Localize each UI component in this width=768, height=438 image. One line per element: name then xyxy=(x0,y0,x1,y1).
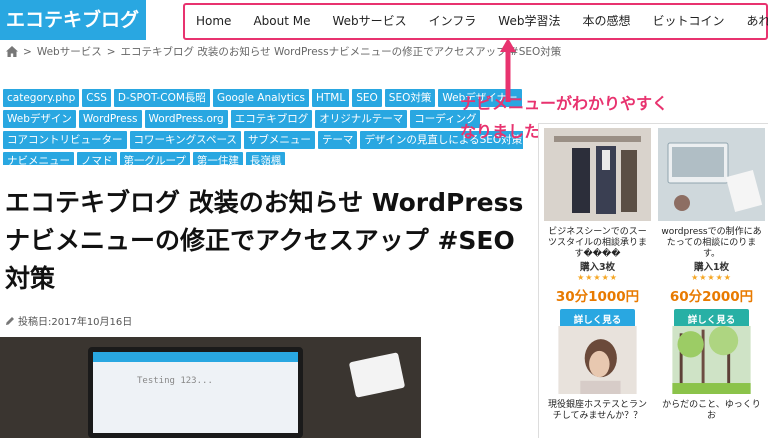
site-logo[interactable]: エコテキブログ xyxy=(0,0,146,40)
breadcrumb-category[interactable]: Webサービス xyxy=(37,44,102,59)
nav-misc[interactable]: あれこれ xyxy=(735,12,768,29)
ad-purchase-count: 購入3枚 xyxy=(579,262,616,273)
tag-d-spot-com[interactable]: D-SPOT-COM長昭 xyxy=(113,89,210,107)
tag-original-theme[interactable]: オリジナルテーマ xyxy=(315,110,408,128)
hero-image: Testing 123... xyxy=(0,337,421,438)
post-date-label: 投稿日:2017年10月16日 xyxy=(18,317,133,328)
ad-caption: ビジネスシーンでのスーツスタイルの相談承ります���� xyxy=(547,227,647,259)
callout-line-1: ナビメニューがわかりやすく xyxy=(460,94,669,113)
ad-image-trees xyxy=(672,326,751,394)
breadcrumb-separator: > xyxy=(106,45,116,58)
ad-price: 60分2000円 xyxy=(669,289,754,305)
pencil-icon xyxy=(6,316,14,325)
ad-caption: wordpressでの制作にあたっての相談にのります。 xyxy=(661,227,762,259)
nav-web-learning[interactable]: Web学習法 xyxy=(487,12,571,29)
tag-daiichi-juken[interactable]: 第一住建 xyxy=(192,152,243,165)
ad-image-portrait xyxy=(558,326,637,394)
breadcrumb-separator: > xyxy=(23,45,32,58)
nav-about-me[interactable]: About Me xyxy=(242,14,321,28)
page-title: エコテキブログ 改装のお知らせ WordPressナビメニューの修正でアクセスア… xyxy=(5,188,524,293)
breadcrumb-current: エコテキブログ 改装のお知らせ WordPressナビメニューの修正でアクセスア… xyxy=(120,46,562,58)
tag-wordpress-org[interactable]: WordPress.org xyxy=(144,110,228,128)
ad-card[interactable]: ビジネスシーンでのスーツスタイルの相談承ります���� 購入3枚 ★★★★★ 3… xyxy=(542,128,653,329)
ad-price: 30分1000円 xyxy=(555,289,640,305)
tag-theme[interactable]: テーマ xyxy=(317,131,358,149)
tag-css[interactable]: CSS xyxy=(82,89,111,107)
ad-panel: ビジネスシーンでのスーツスタイルの相談承ります���� 購入3枚 ★★★★★ 3… xyxy=(538,123,768,438)
laptop-screen: Testing 123... xyxy=(88,347,303,438)
tag-seo[interactable]: SEO xyxy=(352,89,382,107)
desk-object xyxy=(348,352,406,398)
ad-card[interactable]: 現役銀座ホステスとランチしてみませんか？？ xyxy=(542,326,653,432)
ad-rating-stars: ★★★★★ xyxy=(691,273,732,282)
ad-image-desk xyxy=(658,128,765,221)
tag-row: category.php CSS D-SPOT-COM長昭 Google Ana… xyxy=(3,89,523,107)
tag-seo-taisaku[interactable]: SEO対策 xyxy=(384,89,436,107)
tag-ecoteki-blog[interactable]: エコテキブログ xyxy=(230,110,313,128)
ad-caption: 現役銀座ホステスとランチしてみませんか？？ xyxy=(547,400,647,421)
tag-core-contributor[interactable]: コアコントリビューター xyxy=(3,131,127,149)
nav-infra[interactable]: インフラ xyxy=(418,12,488,29)
tag-google-analytics[interactable]: Google Analytics xyxy=(212,89,309,107)
tag-cloud: category.php CSS D-SPOT-COM長昭 Google Ana… xyxy=(3,89,523,165)
tag-wordpress[interactable]: WordPress xyxy=(78,110,142,128)
tag-nomad[interactable]: ノマド xyxy=(77,152,117,165)
home-icon[interactable] xyxy=(6,46,18,57)
breadcrumb: > Webサービス > エコテキブログ 改装のお知らせ WordPressナビメ… xyxy=(6,44,561,59)
nav-book-reviews[interactable]: 本の感想 xyxy=(571,12,641,29)
screen-text: Testing 123... xyxy=(137,376,213,386)
ad-rating-stars: ★★★★★ xyxy=(577,273,618,282)
ad-card[interactable]: wordpressでの制作にあたっての相談にのります。 購入1枚 ★★★★★ 6… xyxy=(656,128,767,329)
tag-row: コアコントリビューター コワーキングスペース サブメニュー テーマ デザインの見… xyxy=(3,131,523,149)
tag-nagamine[interactable]: 長嶺楓 xyxy=(245,152,286,165)
ad-caption: からだのこと、ゆっくりお xyxy=(662,400,761,421)
tag-row: ナビメニュー ノマド 第一グループ 第一住建 長嶺楓 xyxy=(3,152,523,165)
screen-header-bar xyxy=(93,352,298,362)
tag-category-php[interactable]: category.php xyxy=(3,89,80,107)
tag-coworking-space[interactable]: コワーキングスペース xyxy=(129,131,241,149)
tag-row: Webデザイン WordPress WordPress.org エコテキブログ … xyxy=(3,110,523,128)
nav-bitcoin[interactable]: ビットコイン xyxy=(641,12,735,29)
tag-html[interactable]: HTML xyxy=(311,89,350,107)
nav-web-services[interactable]: Webサービス xyxy=(321,12,417,29)
tag-web-design[interactable]: Webデザイン xyxy=(3,110,76,128)
post-date: 投稿日:2017年10月16日 xyxy=(5,313,132,328)
ad-card[interactable]: からだのこと、ゆっくりお xyxy=(656,326,767,432)
tag-daiichi-group[interactable]: 第一グループ xyxy=(119,152,190,165)
main-nav: Home About Me Webサービス インフラ Web学習法 本の感想 ビ… xyxy=(186,4,768,37)
tag-nav-menu[interactable]: ナビメニュー xyxy=(3,152,74,165)
nav-home[interactable]: Home xyxy=(186,14,242,28)
tag-submenu[interactable]: サブメニュー xyxy=(243,131,315,149)
ad-image-suits xyxy=(544,128,651,221)
ad-purchase-count: 購入1枚 xyxy=(693,262,730,273)
